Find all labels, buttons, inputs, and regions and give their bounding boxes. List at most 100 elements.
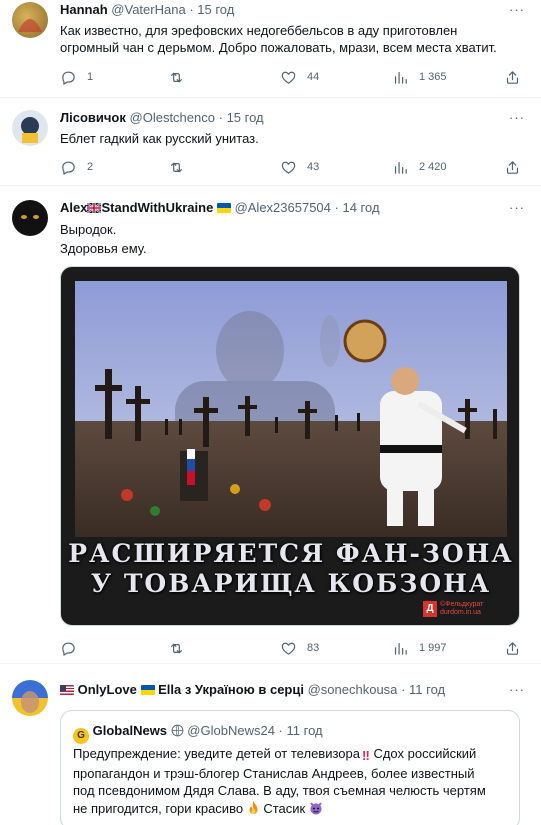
quoted-tweet-text: Предупреждение: уведите детей от телевиз… <box>73 745 513 817</box>
tweet-text-line: Как известно, для эрефовских недогеббель… <box>60 23 458 38</box>
views-button[interactable]: 1 365 <box>392 67 447 87</box>
timestamp[interactable]: 14 год <box>342 200 379 215</box>
like-icon <box>280 69 297 86</box>
retweet-icon <box>168 69 185 86</box>
views-icon <box>392 159 409 176</box>
like-button[interactable]: 44 <box>280 67 319 87</box>
author-handle[interactable]: @Alex23657504 <box>235 200 331 215</box>
quoted-text-line: под псевдонимом Дядя Слава. В аду, твоя … <box>73 783 486 798</box>
tweet-text-line: Выродок. <box>60 222 117 237</box>
media-caption-line: РАСШИРЯЕТСЯ ФАН-ЗОНА <box>68 539 514 568</box>
quoted-text-part: Предупреждение: уведите детей от телевиз… <box>73 746 360 761</box>
tweet-text: Еблет гадкий как русский унитаз. <box>60 130 521 147</box>
us-flag-icon <box>60 685 74 695</box>
tweet-media-image[interactable]: РАСШИРЯЕТСЯ ФАН-ЗОНА У ТОВАРИЩА КОБЗОНА … <box>60 266 520 626</box>
timestamp[interactable]: 15 год <box>197 2 234 17</box>
watermark-line: durdom.in.ua <box>440 609 481 616</box>
more-options-icon[interactable]: ··· <box>509 111 525 128</box>
tweet-header: Лісовичок @Olestchenco · 15 год <box>60 110 501 126</box>
quoted-author-handle[interactable]: @GlobNews24 <box>187 723 275 738</box>
separator-dot: · <box>218 110 223 125</box>
separator-dot: · <box>278 723 283 738</box>
media-caption-line: У ТОВАРИЩА КОБЗОНА <box>90 569 492 598</box>
reply-button[interactable]: 2 <box>60 157 93 177</box>
quoted-tweet-header: G GlobalNews @GlobNews24 · 11 год <box>73 723 323 744</box>
views-icon <box>392 69 409 86</box>
quoted-timestamp[interactable]: 11 год <box>287 723 323 738</box>
author-name-part: StandWithUkraine <box>101 200 214 215</box>
tweet-actions: 2 43 2 420 <box>52 157 530 177</box>
tweet[interactable]: Alex StandWithUkraine @Alex23657504 · 14 … <box>0 186 541 664</box>
author-name-extra[interactable]: Ella з Україною в серці <box>158 682 304 697</box>
author-name[interactable]: Лісовичок <box>60 110 126 125</box>
views-button[interactable]: 2 420 <box>392 157 447 177</box>
tweet-text: Как известно, для эрефовских недогеббель… <box>60 22 521 56</box>
retweet-icon <box>168 640 185 657</box>
author-name[interactable]: Hannah <box>60 2 108 17</box>
like-button[interactable]: 43 <box>280 157 319 177</box>
reply-button[interactable] <box>60 638 87 658</box>
media-watermark: Д ©Фельдкурат durdom.in.ua <box>423 601 483 617</box>
retweet-button[interactable] <box>168 67 195 87</box>
author-name-part: Alex <box>60 200 88 215</box>
tweet[interactable]: Hannah @VaterHana · 15 год ··· Как извес… <box>0 0 541 98</box>
avatar[interactable] <box>12 200 48 236</box>
reply-icon <box>60 159 77 176</box>
like-button[interactable]: 83 <box>280 638 319 658</box>
more-options-icon[interactable]: ··· <box>509 683 525 700</box>
tweet-text-line: Здоровья ему. <box>60 241 147 256</box>
tweet-header: OnlyLove Ella з Україною в серці @sonech… <box>60 682 501 698</box>
views-button[interactable]: 1 997 <box>392 638 447 658</box>
avatar[interactable] <box>12 110 48 146</box>
reply-count: 2 <box>87 161 94 173</box>
tweet-actions: 1 44 1 365 <box>52 67 530 87</box>
fire-icon <box>249 800 258 814</box>
like-count: 43 <box>307 161 320 173</box>
ukraine-flag-icon <box>216 203 231 213</box>
author-handle[interactable]: @sonechkousa <box>308 682 398 697</box>
timestamp[interactable]: 11 год <box>409 682 445 697</box>
more-options-icon[interactable]: ··· <box>509 3 525 20</box>
ukraine-flag-icon <box>140 685 155 695</box>
uk-flag-icon <box>87 203 102 213</box>
retweet-button[interactable] <box>168 638 195 658</box>
tweet-header: Hannah @VaterHana · 15 год <box>60 2 501 18</box>
quoted-tweet[interactable]: G GlobalNews @GlobNews24 · 11 год Предуп… <box>60 710 520 825</box>
tweet-actions: 83 1 997 <box>52 638 530 658</box>
tweet[interactable]: OnlyLove Ella з Україною в серці @sonech… <box>0 664 541 825</box>
media-picture <box>75 281 507 537</box>
author-name[interactable]: Alex StandWithUkraine <box>60 200 231 215</box>
like-count: 44 <box>307 71 320 83</box>
devil-icon <box>310 801 322 814</box>
more-options-icon[interactable]: ··· <box>509 201 525 218</box>
tweet[interactable]: Лісовичок @Olestchenco · 15 год ··· Ебле… <box>0 98 541 186</box>
view-count: 1 365 <box>419 71 447 83</box>
author-name[interactable]: OnlyLove <box>78 682 137 697</box>
retweet-button[interactable] <box>168 157 195 177</box>
tweet-text-line: Еблет гадкий как русский унитаз. <box>60 131 259 146</box>
quoted-text-part: не пригодится, гори красиво <box>73 800 244 816</box>
separator-dot: · <box>401 682 406 697</box>
author-handle[interactable]: @Olestchenco <box>130 110 215 125</box>
like-icon <box>280 640 297 657</box>
quoted-text-line: Предупреждение: уведите детей от телевиз… <box>73 745 513 765</box>
quoted-text-part: Стасик <box>263 800 306 816</box>
share-button[interactable] <box>504 638 521 658</box>
tweet-header: Alex StandWithUkraine @Alex23657504 · 14 … <box>60 200 501 216</box>
view-count: 1 997 <box>419 642 447 654</box>
tweet-text: Выродок. Здоровья ему. <box>60 220 521 258</box>
share-icon <box>504 159 521 176</box>
quoted-avatar[interactable]: G <box>73 728 89 744</box>
avatar[interactable] <box>12 680 48 716</box>
avatar[interactable] <box>12 2 48 38</box>
share-button[interactable] <box>504 157 521 177</box>
quoted-author-name[interactable]: GlobalNews <box>93 723 167 738</box>
quoted-text-line: не пригодится, гори красиво Стасик <box>73 800 513 818</box>
timestamp[interactable]: 15 год <box>227 110 264 125</box>
quoted-text-part: Сдох российский <box>373 746 477 761</box>
author-handle[interactable]: @VaterHana <box>111 2 185 17</box>
share-button[interactable] <box>504 67 521 87</box>
reply-button[interactable]: 1 <box>60 67 93 87</box>
watermark-line: ©Фельдкурат <box>440 601 484 608</box>
reply-icon <box>60 69 77 86</box>
